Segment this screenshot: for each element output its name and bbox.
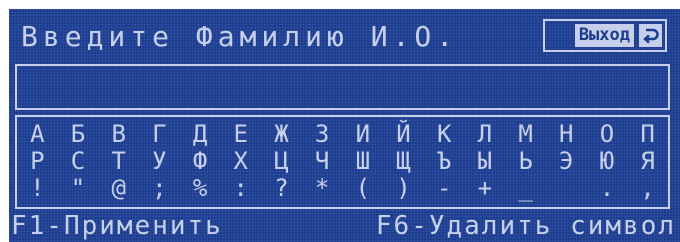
keyboard-key[interactable]: " bbox=[58, 175, 99, 202]
keyboard-key[interactable]: * bbox=[302, 175, 343, 202]
keyboard-key[interactable]: Ъ bbox=[424, 148, 465, 175]
keyboard-key[interactable]: И bbox=[343, 121, 384, 148]
keyboard-key[interactable]: ) bbox=[383, 175, 424, 202]
keyboard-key[interactable]: ; bbox=[139, 175, 180, 202]
keyboard-key[interactable]: Э bbox=[546, 148, 587, 175]
keyboard-key[interactable]: Г bbox=[139, 121, 180, 148]
delete-symbol-hint: F6-Удалить символ bbox=[375, 211, 676, 241]
keyboard-key[interactable]: Ц bbox=[261, 148, 302, 175]
keyboard-key[interactable]: ! bbox=[17, 175, 58, 202]
keyboard-key[interactable]: - bbox=[424, 175, 465, 202]
keyboard-row: РСТУФХЦЧШЩЪЫЬЭЮЯ bbox=[17, 148, 668, 175]
keyboard-key[interactable]: Р bbox=[17, 148, 58, 175]
keyboard-key[interactable]: О bbox=[587, 121, 628, 148]
exit-button[interactable]: Выход bbox=[543, 19, 667, 52]
keyboard-key[interactable]: Т bbox=[98, 148, 139, 175]
keyboard-key[interactable]: , bbox=[627, 175, 668, 202]
keyboard-key[interactable]: . bbox=[587, 175, 628, 202]
keyboard-key[interactable]: Н bbox=[546, 121, 587, 148]
keyboard-key[interactable]: Й bbox=[383, 121, 424, 148]
footer-hints: F1-Применить F6-Удалить символ bbox=[11, 211, 676, 241]
keyboard-key[interactable]: % bbox=[180, 175, 221, 202]
keyboard-key[interactable]: Х bbox=[220, 148, 261, 175]
return-arrow-icon bbox=[639, 24, 662, 47]
keyboard-key[interactable]: Ы bbox=[465, 148, 506, 175]
keyboard-key[interactable]: В bbox=[98, 121, 139, 148]
keyboard-key[interactable]: З bbox=[302, 121, 343, 148]
keyboard-key[interactable]: + bbox=[465, 175, 506, 202]
keyboard-key[interactable]: Щ bbox=[383, 148, 424, 175]
keyboard-key[interactable]: Ь bbox=[505, 148, 546, 175]
page-title: Введите Фамилию И.О. bbox=[21, 20, 459, 53]
keyboard-key[interactable]: ? bbox=[261, 175, 302, 202]
keyboard-row: АБВГДЕЖЗИЙКЛМНОП bbox=[17, 121, 668, 148]
keyboard-key[interactable]: Ш bbox=[343, 148, 384, 175]
keyboard-key[interactable]: П bbox=[627, 121, 668, 148]
keyboard-key[interactable]: _ bbox=[505, 175, 546, 202]
exit-button-label: Выход bbox=[574, 24, 634, 47]
keyboard-key[interactable]: Ж bbox=[261, 121, 302, 148]
lcd-screen: Введите Фамилию И.О. Выход АБВГДЕЖЗИЙКЛМ… bbox=[9, 9, 680, 242]
keyboard-key[interactable]: Б bbox=[58, 121, 99, 148]
keyboard-key[interactable]: У bbox=[139, 148, 180, 175]
keyboard-key[interactable]: Ф bbox=[180, 148, 221, 175]
on-screen-keyboard: АБВГДЕЖЗИЙКЛМНОП РСТУФХЦЧШЩЪЫЬЭЮЯ ! " @;%:… bbox=[15, 115, 670, 209]
keyboard-key[interactable]: Е bbox=[220, 121, 261, 148]
keyboard-key[interactable]: С bbox=[58, 148, 99, 175]
keyboard-key[interactable] bbox=[546, 175, 587, 202]
keyboard-key[interactable]: Ю bbox=[587, 148, 628, 175]
keyboard-key[interactable]: Я bbox=[627, 148, 668, 175]
name-input-field[interactable] bbox=[15, 64, 670, 110]
keyboard-key[interactable]: М bbox=[505, 121, 546, 148]
keyboard-row: ! " @;%:? *() - + _ ., bbox=[17, 175, 668, 202]
keyboard-key[interactable]: : bbox=[220, 175, 261, 202]
keyboard-key[interactable]: Ч bbox=[302, 148, 343, 175]
keyboard-key[interactable]: Д bbox=[180, 121, 221, 148]
keyboard-key[interactable]: ( bbox=[343, 175, 384, 202]
keyboard-key[interactable]: А bbox=[17, 121, 58, 148]
apply-hint: F1-Применить bbox=[11, 211, 223, 241]
keyboard-key[interactable]: К bbox=[424, 121, 465, 148]
keyboard-key[interactable]: @ bbox=[98, 175, 139, 202]
keyboard-key[interactable]: Л bbox=[465, 121, 506, 148]
